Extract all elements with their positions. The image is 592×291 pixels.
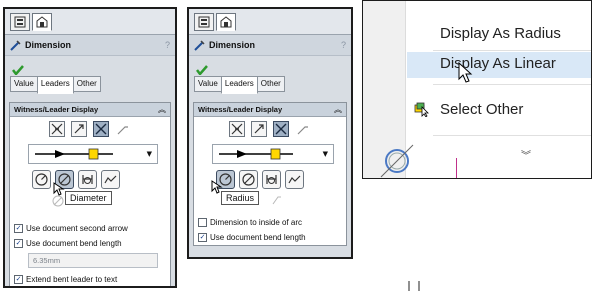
- group-header[interactable]: Witness/Leader Display ︽: [194, 103, 346, 117]
- menu-item-display-as-radius[interactable]: Display As Radius: [407, 22, 591, 48]
- bend-length-checkbox-row[interactable]: ✓ Use document bend length: [194, 230, 346, 245]
- bend-length-checkbox-row[interactable]: ✓ Use document bend length: [10, 236, 170, 251]
- extend-leader-label: Extend bent leader to text: [26, 275, 118, 284]
- witness-smart-icon[interactable]: [93, 121, 109, 137]
- leader-style-row: Diameter: [10, 164, 170, 205]
- tab-other[interactable]: Other: [256, 76, 285, 92]
- radius-display-icon[interactable]: [32, 170, 51, 189]
- dropdown-chevron-icon: ▼: [146, 150, 152, 158]
- diameter-display-icon[interactable]: [239, 170, 258, 189]
- group-title: Witness/Leader Display: [14, 105, 99, 114]
- disabled-leader-icon: [272, 196, 281, 205]
- ok-checkmark-icon[interactable]: [12, 65, 24, 76]
- dimension-panel-radius: Dimension ? Value Leaders Other Witness/…: [187, 7, 353, 259]
- bend-length-checkbox[interactable]: ✓: [14, 239, 23, 248]
- group-header[interactable]: Witness/Leader Display ︽: [10, 103, 170, 117]
- propertymanager-tab[interactable]: [216, 13, 236, 31]
- collapse-chevron-icon[interactable]: ︽: [158, 104, 166, 115]
- featuremanager-icon: [198, 16, 210, 28]
- menu-separator: [433, 135, 591, 136]
- inside-arc-checkbox-row[interactable]: Dimension to inside of arc: [194, 215, 346, 230]
- panel-title-row: Dimension ?: [189, 35, 351, 56]
- arrow-style-preview-icon: [35, 148, 113, 160]
- linear-display-icon[interactable]: [262, 170, 281, 189]
- mouse-cursor-icon: [458, 62, 473, 83]
- collapse-chevron-icon[interactable]: ︽: [334, 104, 342, 115]
- propertymanager-tab[interactable]: [32, 13, 52, 31]
- witness-leader-group: Witness/Leader Display ︽ ▼ Radius Dimens…: [193, 102, 347, 246]
- witness-inside-icon[interactable]: [71, 121, 87, 137]
- propertymanager-icon: [36, 16, 48, 28]
- featuremanager-tab[interactable]: [10, 13, 30, 31]
- dimension-icon: [10, 39, 21, 51]
- tab-leaders[interactable]: Leaders: [36, 76, 74, 94]
- witness-style-row: [194, 117, 346, 139]
- menu-separator: [433, 50, 591, 51]
- dimension-panel-diameter: Dimension ? Value Leaders Other Witness/…: [3, 7, 177, 288]
- menu-separator: [433, 84, 591, 85]
- linear-display-icon[interactable]: [78, 170, 97, 189]
- ok-checkmark-icon[interactable]: [196, 65, 208, 76]
- dropdown-chevron-icon: ▼: [322, 150, 328, 158]
- witness-outside-icon[interactable]: [229, 121, 245, 137]
- arrow-style-dropdown[interactable]: ▼: [28, 144, 158, 164]
- second-arrow-checkbox[interactable]: ✓: [14, 224, 23, 233]
- tab-other[interactable]: Other: [72, 76, 101, 92]
- featuremanager-icon: [14, 16, 26, 28]
- subtabs: Value Leaders Other: [5, 74, 175, 96]
- bend-length-checkbox[interactable]: ✓: [198, 233, 207, 242]
- panel-title: Dimension: [209, 40, 256, 50]
- chevron-double-down-icon[interactable]: ︾: [521, 147, 531, 162]
- arrow-style-preview-icon: [219, 148, 293, 160]
- property-manager-tabs: [5, 9, 175, 35]
- witness-outside-icon[interactable]: [49, 121, 65, 137]
- context-menu-panel: Display As Radius Display As Linear Sele…: [362, 0, 592, 179]
- leader-style-row: Radius: [194, 164, 346, 205]
- inside-arc-checkbox[interactable]: [198, 218, 207, 227]
- witness-leader-icon[interactable]: [115, 121, 131, 137]
- help-button[interactable]: ?: [165, 40, 170, 50]
- property-manager-tabs: [189, 9, 351, 35]
- bend-length-label: Use document bend length: [210, 233, 306, 242]
- spacer-row: [194, 189, 346, 215]
- second-arrow-checkbox-row[interactable]: ✓ Use document second arrow: [10, 221, 170, 236]
- foreshortened-icon[interactable]: [101, 170, 120, 189]
- group-title: Witness/Leader Display: [198, 105, 283, 114]
- extend-leader-checkbox[interactable]: ✓: [14, 275, 23, 284]
- panel-title-row: Dimension ?: [5, 35, 175, 56]
- inside-arc-label: Dimension to inside of arc: [210, 218, 303, 227]
- featuremanager-tab[interactable]: [194, 13, 214, 31]
- canvas-edge-marks: [408, 281, 420, 291]
- disabled-diameter-icon: [52, 195, 64, 207]
- bend-length-field[interactable]: 6.35mm: [28, 253, 158, 268]
- witness-leader-group: Witness/Leader Display ︽ ▼ Diameter ✓ Us…: [9, 102, 171, 286]
- extend-leader-checkbox-row[interactable]: ✓ Extend bent leader to text: [10, 272, 170, 286]
- graphics-area-icon: [380, 144, 414, 178]
- witness-leader-icon[interactable]: [295, 121, 311, 137]
- menu-item-select-other[interactable]: Select Other: [407, 98, 591, 124]
- propertymanager-icon: [220, 16, 232, 28]
- arrow-style-dropdown[interactable]: ▼: [212, 144, 334, 164]
- tab-value[interactable]: Value: [194, 76, 222, 92]
- menu-item-display-as-linear[interactable]: Display As Linear: [407, 52, 591, 78]
- ok-row: [189, 56, 351, 76]
- spacer-row: [10, 189, 170, 221]
- dimension-icon: [194, 39, 205, 51]
- bend-length-label: Use document bend length: [26, 239, 122, 248]
- tab-leaders[interactable]: Leaders: [220, 76, 258, 94]
- witness-inside-icon[interactable]: [251, 121, 267, 137]
- tab-value[interactable]: Value: [10, 76, 38, 92]
- foreshortened-icon[interactable]: [285, 170, 304, 189]
- panel-title: Dimension: [25, 40, 72, 50]
- ok-row: [5, 56, 175, 76]
- witness-style-row: [10, 117, 170, 139]
- help-button[interactable]: ?: [341, 40, 346, 50]
- second-arrow-label: Use document second arrow: [26, 224, 128, 233]
- witness-smart-icon[interactable]: [273, 121, 289, 137]
- graphics-line: [456, 158, 457, 178]
- subtabs: Value Leaders Other: [189, 74, 351, 96]
